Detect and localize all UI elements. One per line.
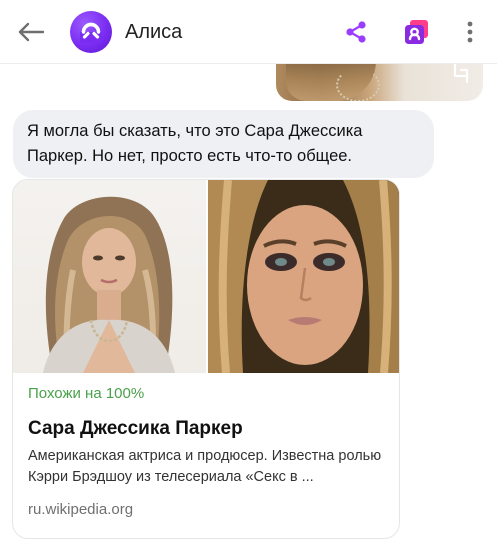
photo-necklace xyxy=(336,68,380,101)
result-source-link[interactable]: ru.wikipedia.org xyxy=(28,501,133,518)
result-photo-left[interactable] xyxy=(13,180,206,373)
cards-button[interactable] xyxy=(398,14,434,50)
cards-icon xyxy=(405,20,428,44)
result-title[interactable]: Сара Джессика Паркер xyxy=(28,418,243,440)
result-photo-right[interactable] xyxy=(208,180,399,373)
more-menu-button[interactable] xyxy=(456,14,484,50)
search-result-card[interactable]: Похожи на 100% Сара Джессика Паркер Амер… xyxy=(12,179,400,539)
share-button[interactable] xyxy=(340,16,372,48)
app-header: Алиса xyxy=(0,0,497,64)
result-description: Американская актриса и продюсер. Известн… xyxy=(28,448,382,485)
share-icon xyxy=(346,21,366,43)
more-vertical-icon xyxy=(467,21,473,43)
similarity-label: Похожи на 100% xyxy=(28,385,145,402)
alice-avatar[interactable] xyxy=(70,11,112,53)
alice-logo-icon xyxy=(80,22,102,43)
arrow-left-icon xyxy=(18,22,45,42)
crop-icon xyxy=(453,62,469,84)
alice-message-bubble: Я могла бы сказать, что это Сара Джессик… xyxy=(13,110,434,178)
portrait-illustration xyxy=(43,196,175,373)
alice-message-text: Я могла бы сказать, что это Сара Джессик… xyxy=(27,122,363,165)
back-button[interactable] xyxy=(12,14,50,50)
page-title: Алиса xyxy=(125,21,183,43)
closeup-portrait-illustration xyxy=(208,180,399,373)
